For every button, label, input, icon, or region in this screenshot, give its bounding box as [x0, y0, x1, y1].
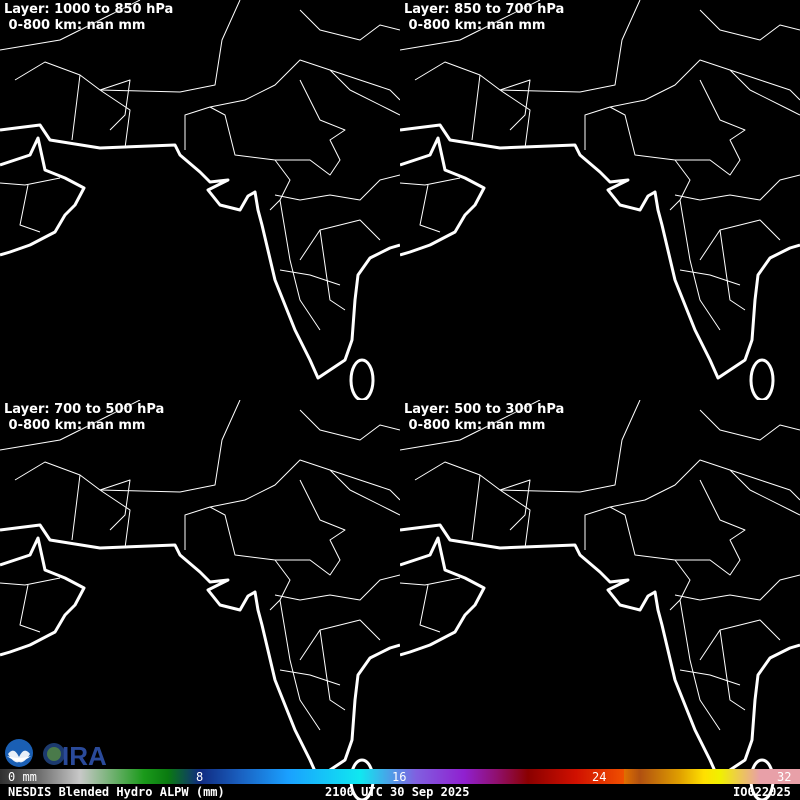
map — [400, 0, 800, 400]
product-title: NESDIS Blended Hydro ALPW (mm) — [8, 785, 225, 799]
panel-label: Layer: 700 to 500 hPa 0-800 km: nan mm — [4, 402, 164, 434]
stat-label: 0-800 km: nan mm — [4, 18, 146, 33]
panel-850-700: Layer: 850 to 700 hPa 0-800 km: nan mm — [400, 0, 800, 400]
layer-label: Layer: 850 to 700 hPa — [404, 2, 565, 17]
colorbar-tick: 8 — [196, 770, 204, 784]
stat-label: 0-800 km: nan mm — [404, 18, 546, 33]
layer-label: Layer: 1000 to 850 hPa — [4, 2, 174, 17]
panel-500-300: Layer: 500 to 300 hPa 0-800 km: nan mm — [400, 400, 800, 800]
map — [400, 400, 800, 800]
panel-label: Layer: 500 to 300 hPa 0-800 km: nan mm — [404, 402, 564, 434]
panel-label: Layer: 1000 to 850 hPa 0-800 km: nan mm — [4, 2, 173, 34]
panel-label: Layer: 850 to 700 hPa 0-800 km: nan mm — [404, 2, 564, 34]
panel-1000-850: Layer: 1000 to 850 hPa 0-800 km: nan mm — [0, 0, 400, 400]
colorbar-tick: 24 — [592, 770, 607, 784]
logos: IRA — [4, 738, 114, 771]
layer-label: Layer: 500 to 300 hPa — [404, 402, 565, 417]
colorbar-tick: 16 — [392, 770, 407, 784]
noaa-logo: IRA — [5, 739, 107, 771]
stat-label: 0-800 km: nan mm — [4, 418, 146, 433]
timestamp: 2100 UTC 30 Sep 2025 — [325, 785, 470, 799]
colorbar-tick: 32 — [777, 770, 792, 784]
map — [0, 0, 400, 400]
stat-label: 0-800 km: nan mm — [404, 418, 546, 433]
product-id: IO022025 — [733, 785, 791, 799]
colorbar-tick: 0 mm — [8, 770, 37, 784]
svg-text:IRA: IRA — [62, 741, 107, 768]
layer-label: Layer: 700 to 500 hPa — [4, 402, 165, 417]
